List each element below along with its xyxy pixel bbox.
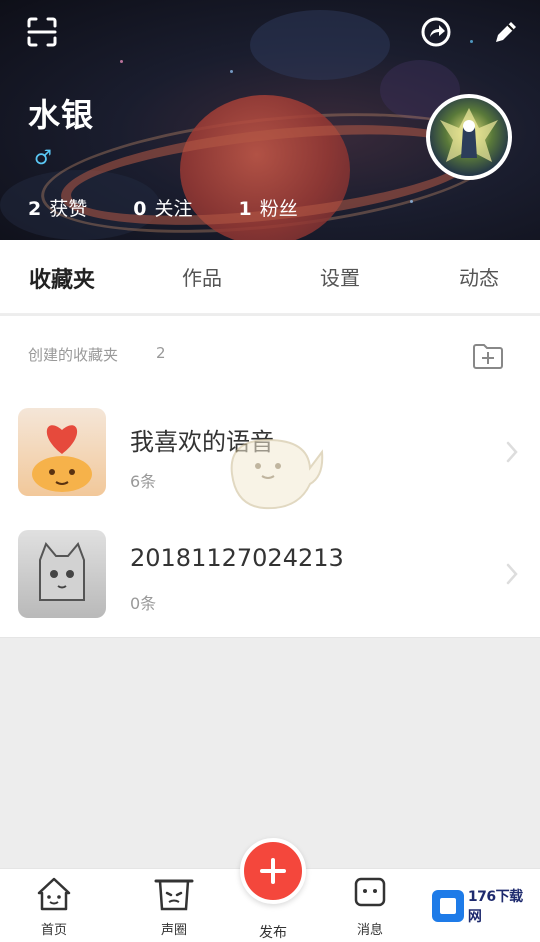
avatar[interactable]: [426, 94, 512, 180]
section-count: 2: [156, 344, 166, 362]
favorites-list-item[interactable]: 20181127024213 0条: [0, 516, 540, 638]
nav-messages[interactable]: 消息: [330, 875, 410, 938]
plus-icon: [260, 858, 286, 884]
watermark-text: 176下载网: [467, 889, 523, 925]
stat-following-count: 0: [133, 198, 147, 220]
add-folder-icon: [473, 344, 503, 369]
add-folder-button[interactable]: [470, 338, 506, 374]
star: [410, 200, 413, 203]
stat-followers[interactable]: 1 粉丝: [239, 194, 298, 221]
nav-home[interactable]: 首页: [14, 875, 94, 938]
scan-icon: [27, 17, 57, 47]
avatar-image: [440, 108, 498, 162]
stat-followers-count: 1: [238, 198, 252, 220]
scan-button[interactable]: [22, 12, 62, 52]
nav-circle[interactable]: 声圈: [134, 875, 214, 938]
folder-title: 20181127024213: [130, 544, 344, 572]
pencil-icon: [496, 22, 516, 42]
circle-face-icon: [154, 879, 194, 911]
message-icon: [354, 877, 386, 907]
folder-thumbnail: [18, 408, 106, 496]
stat-likes-label: 获赞: [49, 198, 88, 220]
publish-button[interactable]: [240, 838, 306, 904]
star: [120, 60, 123, 63]
edit-profile-button[interactable]: [486, 12, 526, 52]
username: 水银: [28, 96, 95, 134]
chevron-right-icon: [506, 441, 518, 463]
gender-male-icon: ♂: [34, 145, 52, 169]
profile-stats: 2 获赞 0 关注 1 粉丝: [28, 194, 344, 221]
star: [470, 40, 473, 43]
nav-home-label: 首页: [40, 923, 67, 938]
share-icon: [421, 17, 451, 47]
background-nebula: [250, 10, 390, 80]
heart-cat-sticker-icon: [32, 425, 92, 492]
tab-works[interactable]: 作品: [182, 262, 222, 291]
folder-item-count: 6条: [130, 472, 157, 491]
cat-sticker-icon: [39, 542, 85, 601]
profile-tabs: 收藏夹 作品 设置 动态: [0, 240, 540, 314]
folder-thumbnail: [18, 530, 106, 618]
home-icon: [37, 877, 71, 911]
list-divider: [0, 637, 540, 638]
tab-favorites[interactable]: 收藏夹: [29, 262, 95, 294]
stat-followers-label: 粉丝: [259, 198, 298, 220]
stat-following[interactable]: 0 关注: [133, 194, 192, 221]
stat-following-label: 关注: [154, 198, 193, 220]
stat-likes[interactable]: 2 获赞: [28, 194, 87, 221]
chevron-right-icon: [506, 563, 518, 585]
profile-header: 水银 ♂ 2 获赞 0 关注 1 粉丝: [0, 0, 540, 240]
favorites-section-header: 创建的收藏夹 2: [0, 316, 540, 394]
mascot-watermark-icon: [230, 438, 324, 510]
share-button[interactable]: [416, 12, 456, 52]
star: [230, 70, 233, 73]
nav-circle-label: 声圈: [160, 923, 187, 938]
section-title: 创建的收藏夹: [28, 346, 119, 364]
tab-activity[interactable]: 动态: [459, 262, 499, 291]
folder-item-count: 0条: [130, 594, 157, 613]
site-watermark: 176下载网: [432, 888, 536, 925]
nav-messages-label: 消息: [356, 923, 383, 938]
publish-label: 发布: [259, 925, 287, 941]
stat-likes-count: 2: [28, 198, 42, 220]
tab-settings[interactable]: 设置: [320, 262, 360, 291]
watermark-logo-icon: [432, 890, 464, 922]
